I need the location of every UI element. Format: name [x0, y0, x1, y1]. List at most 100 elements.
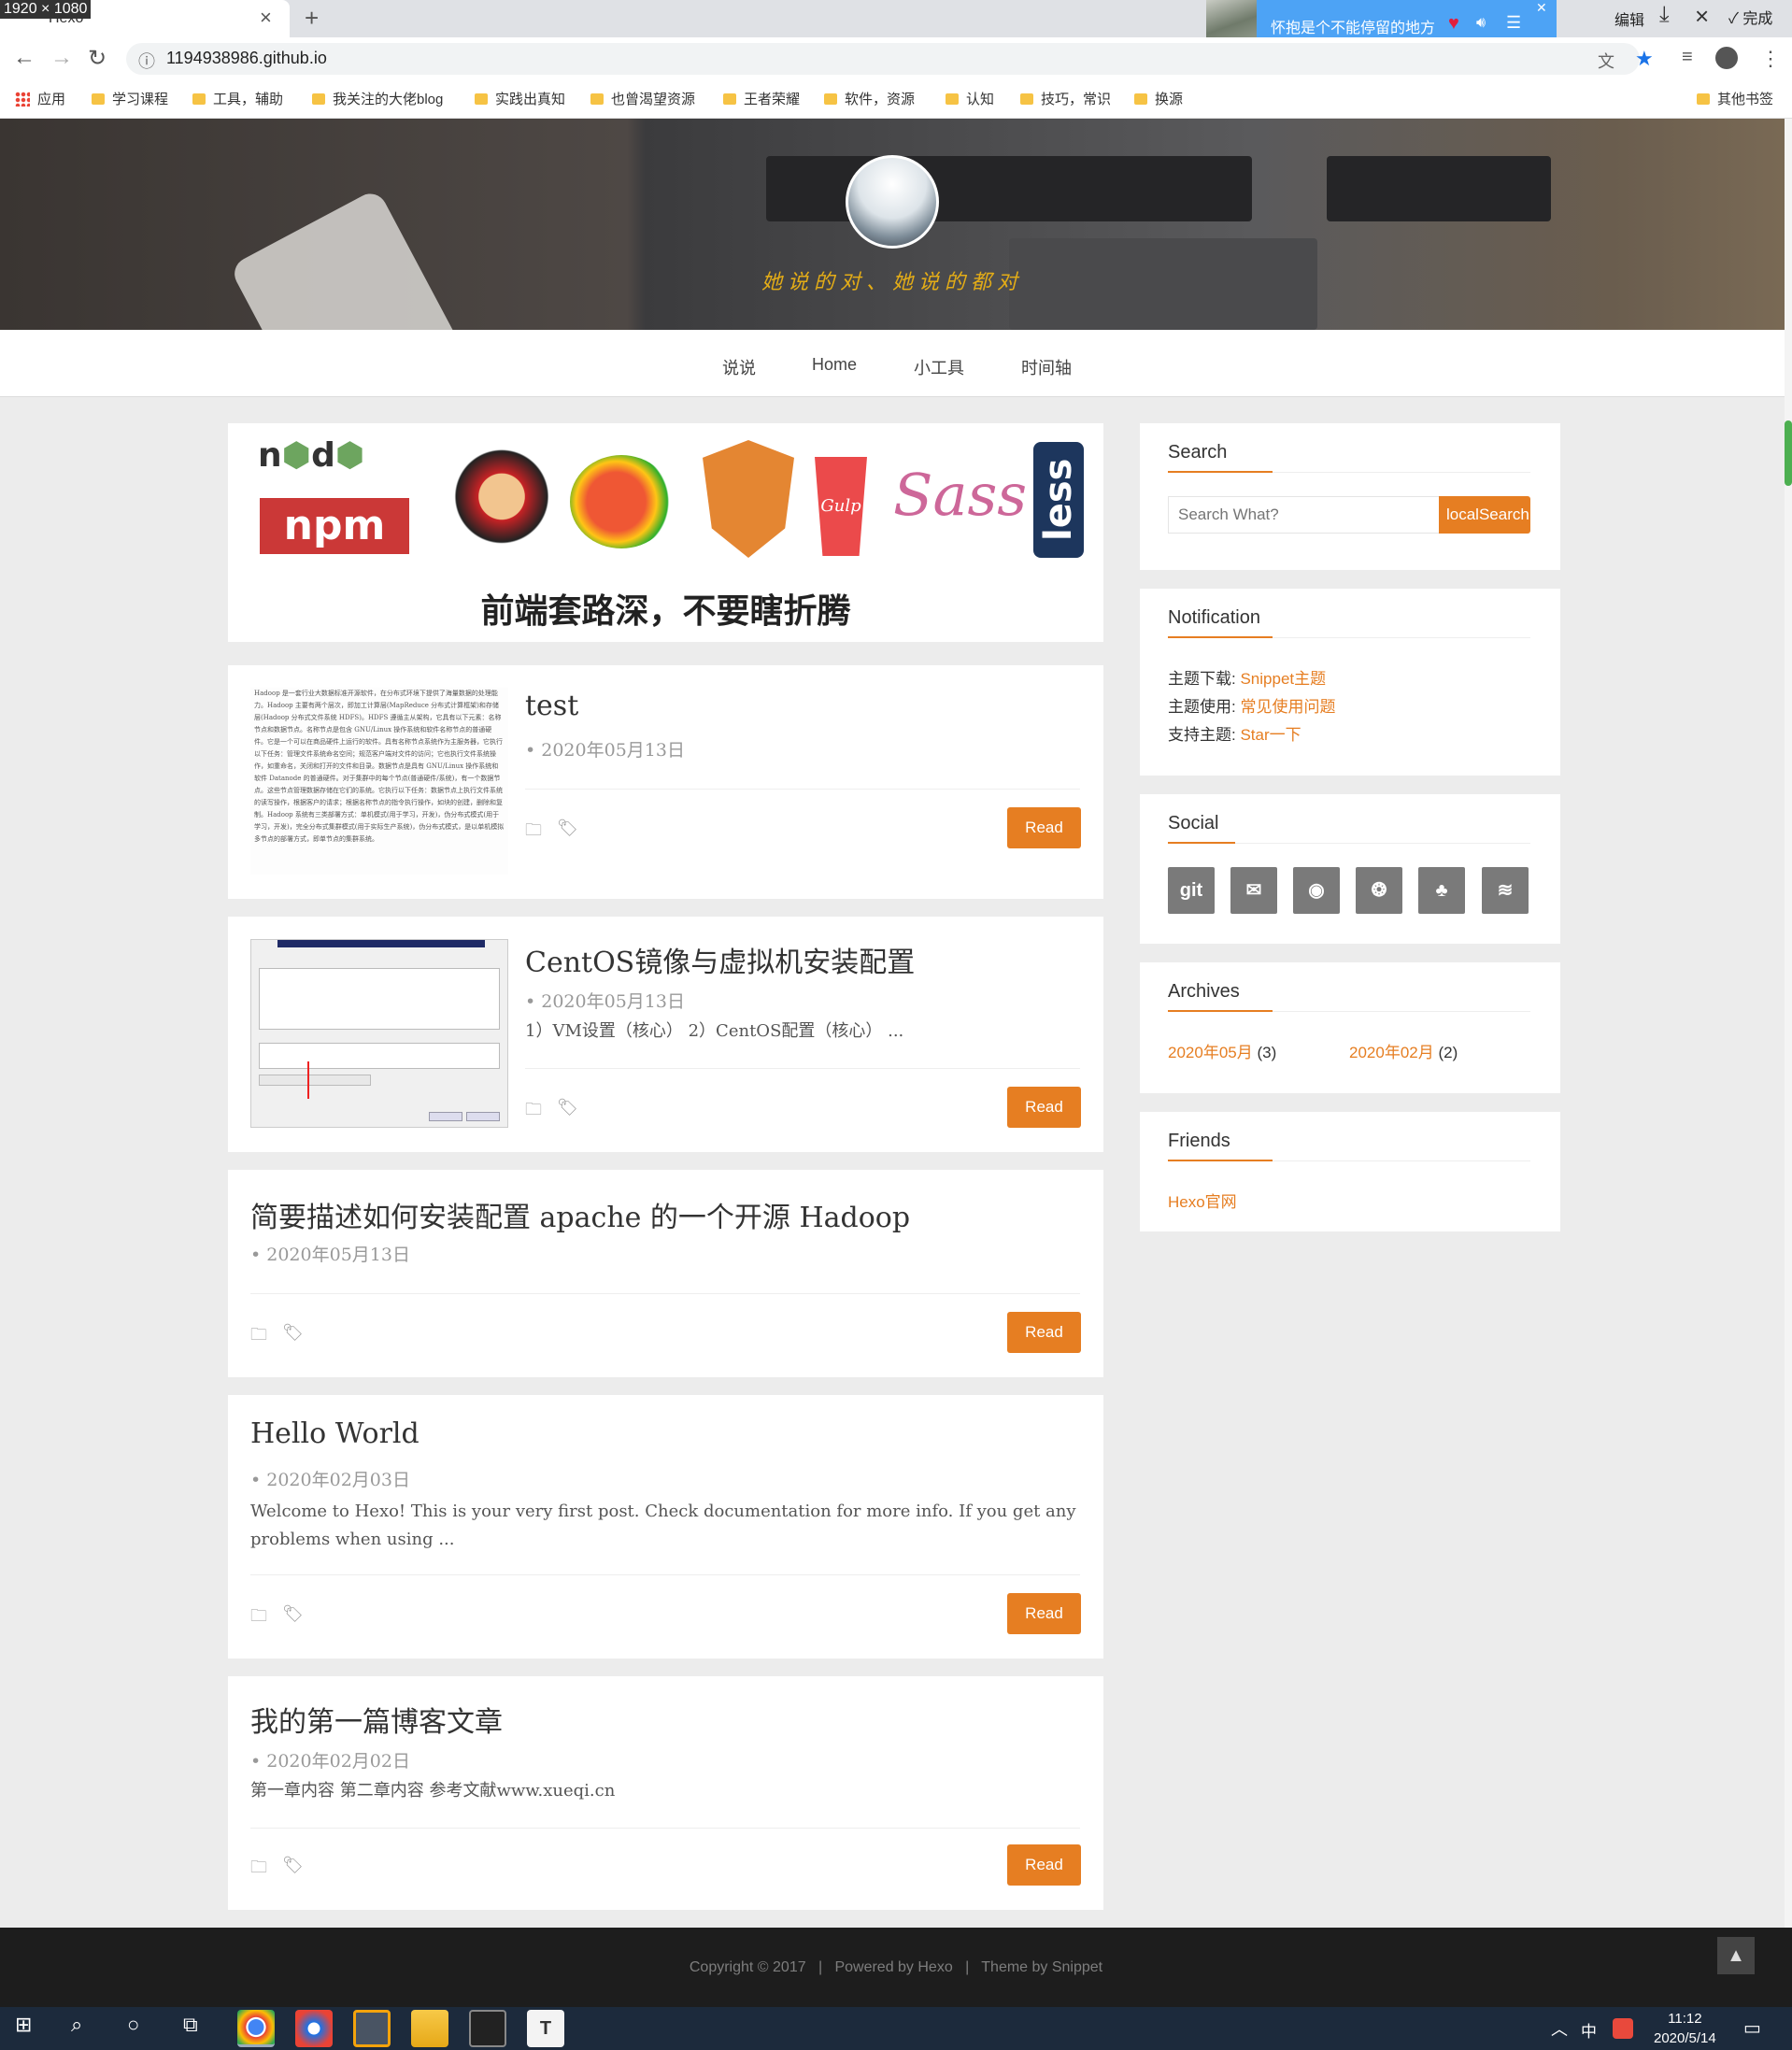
git-icon[interactable]: git	[1168, 867, 1215, 914]
translate-icon[interactable]: 文	[1598, 49, 1614, 73]
post-title[interactable]: Hello World	[250, 1417, 420, 1450]
avatar[interactable]	[846, 155, 939, 249]
windows-start-icon[interactable]: ⊞	[15, 2013, 32, 2037]
bookmark-folder[interactable]: 换源	[1134, 89, 1183, 108]
bookmark-folder[interactable]: 也曾渴望资源	[590, 89, 695, 108]
notification-center-icon[interactable]: ▭	[1743, 2016, 1761, 2040]
bookmark-star-icon[interactable]: ★	[1635, 47, 1654, 71]
read-button[interactable]: Read	[1007, 807, 1081, 848]
tags-icon[interactable]: 🏷︎	[557, 1098, 578, 1118]
nav-item-home[interactable]: Home	[812, 355, 857, 375]
browser-menu-icon[interactable]: ⋮	[1760, 47, 1781, 71]
read-button[interactable]: Read	[1007, 1087, 1081, 1128]
post-card: 简要描述如何安装配置 apache 的一个开源 Hadoop • 2020年05…	[228, 1170, 1103, 1377]
local-search-button[interactable]: localSearch	[1439, 496, 1530, 534]
archive-item[interactable]: 2020年05月 (3)	[1168, 1039, 1276, 1062]
friends-widget: Friends Hexo官网	[1140, 1112, 1560, 1231]
read-button[interactable]: Read	[1007, 1312, 1081, 1353]
url-text[interactable]: 1194938986.github.io	[166, 49, 327, 68]
read-button[interactable]: Read	[1007, 1593, 1081, 1634]
tags-icon[interactable]: 🏷︎	[282, 1604, 304, 1624]
post-title[interactable]: test	[525, 690, 578, 722]
theme-star-link[interactable]: Star一下	[1240, 726, 1301, 744]
post-thumbnail[interactable]	[250, 939, 508, 1128]
post-title[interactable]: 简要描述如何安装配置 apache 的一个开源 Hadoop	[250, 1194, 910, 1235]
playlist-icon[interactable]: ☰	[1506, 13, 1521, 33]
chrome-canary-app-icon[interactable]	[295, 2010, 333, 2047]
back-to-top-button[interactable]: ▲	[1717, 1937, 1755, 1974]
chrome-app-icon[interactable]	[237, 2010, 275, 2047]
bookmark-folder[interactable]: 工具，辅助	[192, 89, 283, 108]
close-icon[interactable]: ×	[1695, 2, 1709, 31]
archive-month[interactable]: 2020年05月	[1168, 1044, 1253, 1061]
reload-icon[interactable]: ↻	[88, 45, 107, 72]
search-icon[interactable]: ⌕	[71, 2013, 82, 2037]
post-thumbnail[interactable]: Hadoop 是一套行业大数据标准开源软件，在分布式环境下提供了海量数据的处理能…	[250, 688, 508, 875]
post-title[interactable]: CentOS镜像与虚拟机安装配置	[525, 939, 915, 980]
bookmark-folder[interactable]: 王者荣耀	[723, 89, 800, 108]
scrollbar-thumb[interactable]	[1785, 420, 1792, 486]
volume-icon[interactable]: 🔊︎	[1476, 15, 1486, 32]
bookmark-folder[interactable]: 认知	[946, 89, 994, 108]
search-input[interactable]	[1168, 496, 1441, 534]
wechat-icon[interactable]: ❂	[1356, 867, 1402, 914]
nav-item-tools[interactable]: 小工具	[914, 355, 964, 379]
bookmark-folder[interactable]: 软件，资源	[824, 89, 915, 108]
download-icon[interactable]: ⤓	[1659, 2, 1670, 28]
read-button[interactable]: Read	[1007, 1844, 1081, 1886]
taskbar-clock[interactable]: 11:12 2020/5/14	[1654, 2009, 1716, 2048]
account-icon[interactable]	[1715, 47, 1738, 69]
media-control-icon[interactable]: ≡	[1682, 47, 1693, 68]
theme-download-link[interactable]: Snippet主题	[1240, 670, 1326, 688]
tags-icon[interactable]: 🏷︎	[557, 819, 578, 838]
nav-item-shuoshuo[interactable]: 说说	[722, 355, 756, 379]
task-view-icon[interactable]: ⧉	[183, 2013, 198, 2037]
archive-month[interactable]: 2020年02月	[1349, 1044, 1434, 1061]
chevron-up-icon[interactable]: ︿	[1551, 2016, 1568, 2041]
bookmark-other[interactable]: 其他书签	[1697, 89, 1773, 108]
page-scrollbar[interactable]	[1785, 119, 1792, 1928]
folder-icon[interactable]: 🗀	[525, 1098, 542, 1126]
bookmark-apps[interactable]: 应用	[15, 89, 65, 108]
close-icon[interactable]: ✕	[1536, 0, 1547, 16]
ime-indicator[interactable]: 中	[1581, 2018, 1597, 2042]
edit-button[interactable]: 编辑	[1614, 7, 1644, 30]
bookmark-folder[interactable]: 实践出真知	[475, 89, 565, 108]
rss-icon[interactable]: ≋	[1482, 867, 1529, 914]
cortana-icon[interactable]: ○	[127, 2013, 139, 2037]
qq-icon[interactable]: ◉	[1293, 867, 1340, 914]
folder-icon[interactable]: 🗀	[525, 819, 542, 847]
tags-icon[interactable]: 🏷︎	[282, 1856, 304, 1875]
folder-icon[interactable]: 🗀	[250, 1604, 267, 1632]
new-tab-icon[interactable]: +	[305, 4, 319, 33]
address-bar[interactable]	[126, 43, 1640, 75]
archive-item[interactable]: 2020年02月 (2)	[1349, 1039, 1458, 1062]
file-explorer-icon[interactable]	[411, 2010, 448, 2047]
nav-item-timeline[interactable]: 时间轴	[1021, 355, 1072, 379]
less-logo: less	[1033, 442, 1084, 558]
typora-icon[interactable]: T	[527, 2010, 564, 2047]
done-button[interactable]: ✓ 完成	[1728, 6, 1772, 28]
folder-icon[interactable]: 🗀	[250, 1856, 267, 1884]
bookmark-label: 认知	[966, 92, 995, 107]
app-window-icon[interactable]	[353, 2010, 391, 2047]
bookmark-folder[interactable]: 我关注的大佬blog	[312, 89, 443, 108]
folder-icon[interactable]: 🗀	[250, 1323, 267, 1351]
forward-icon[interactable]: →	[50, 45, 73, 71]
theme-faq-link[interactable]: 常见使用问题	[1240, 698, 1335, 716]
post-title[interactable]: 我的第一篇博客文章	[250, 1699, 503, 1740]
tab-close-icon[interactable]: ×	[260, 6, 272, 30]
mail-icon[interactable]: ✉	[1230, 867, 1277, 914]
terminal-icon[interactable]	[469, 2010, 506, 2047]
sogou-ime-icon[interactable]	[1613, 2018, 1633, 2039]
heart-icon[interactable]: ♥	[1448, 13, 1459, 35]
site-info-icon[interactable]: ⓘ	[138, 49, 155, 73]
archives-widget: Archives 2020年05月 (3) 2020年02月 (2)	[1140, 962, 1560, 1093]
tags-icon[interactable]: 🏷︎	[282, 1323, 304, 1343]
group-icon[interactable]: ♣	[1418, 867, 1465, 914]
back-icon[interactable]: ←	[13, 45, 36, 71]
bookmark-folder[interactable]: 技巧，常识	[1020, 89, 1111, 108]
bookmark-folder[interactable]: 学习课程	[92, 89, 168, 108]
friend-link-hexo[interactable]: Hexo官网	[1168, 1189, 1237, 1212]
archive-count: (3)	[1257, 1044, 1277, 1061]
